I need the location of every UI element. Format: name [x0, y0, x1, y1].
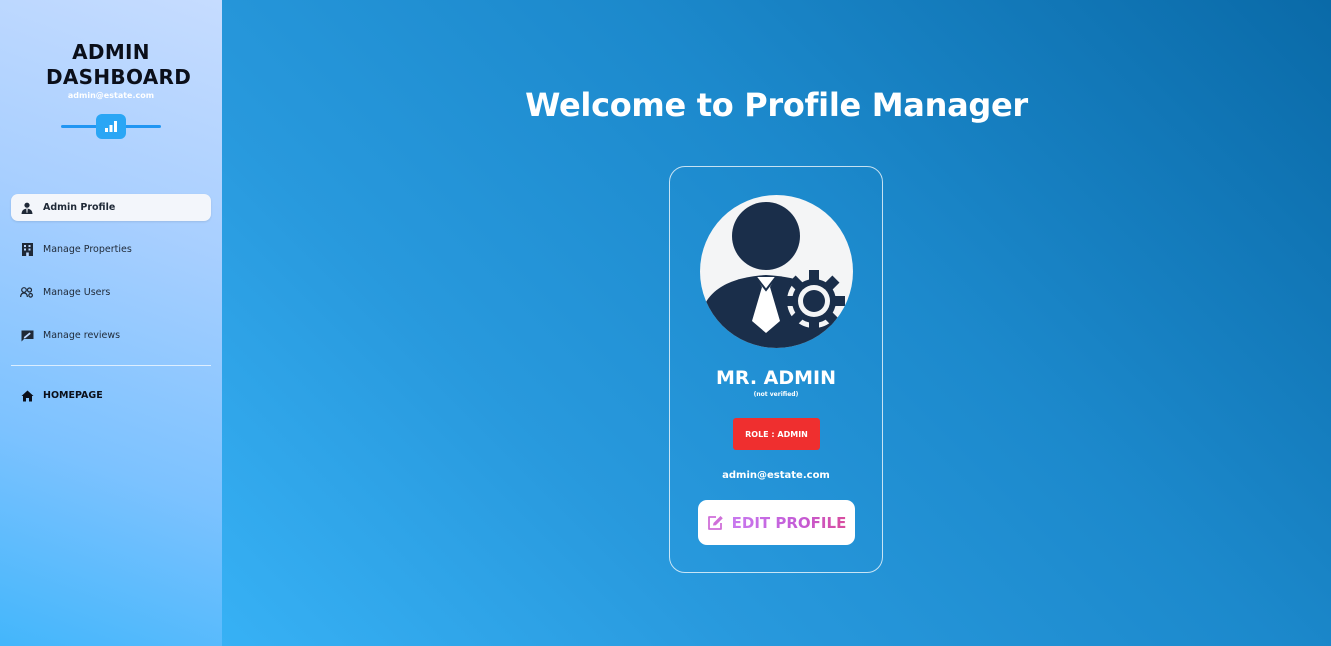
admin-avatar	[700, 195, 853, 348]
sidebar-item-manage-users[interactable]: Manage Users	[11, 279, 211, 306]
profile-card: MR. ADMIN (not verified) ROLE : ADMIN ad…	[669, 166, 883, 573]
role-badge: ROLE : ADMIN	[733, 418, 820, 450]
dashboard-title: ADMIN DASHBOARD	[46, 40, 192, 89]
sidebar-item-label: Manage Properties	[43, 244, 132, 255]
sidebar-item-label: Manage Users	[43, 287, 111, 298]
sidebar-item-label: Manage reviews	[43, 330, 121, 341]
chart-icon	[96, 114, 126, 139]
review-icon	[20, 329, 34, 343]
sidebar: ADMIN DASHBOARD admin@estate.com Admin P…	[0, 0, 222, 646]
sidebar-item-manage-reviews[interactable]: Manage reviews	[11, 322, 211, 349]
sidebar-divider	[11, 365, 211, 366]
profile-name: MR. ADMIN	[715, 367, 837, 389]
page-title: Welcome to Profile Manager	[525, 86, 1028, 124]
home-icon	[20, 389, 34, 403]
sidebar-item-label: HOMEPAGE	[43, 390, 103, 401]
profile-email: admin@estate.com	[722, 470, 830, 481]
verification-status: (not verified)	[753, 391, 799, 398]
edit-profile-label: EDIT PROFILE	[731, 513, 847, 532]
users-gear-icon	[20, 286, 34, 300]
main-content: Welcome to Profile Manager MR. ADMIN (no…	[222, 0, 1331, 646]
sidebar-item-manage-properties[interactable]: Manage Properties	[11, 236, 211, 263]
user-tie-icon	[20, 201, 34, 215]
sidebar-item-label: Admin Profile	[43, 202, 116, 213]
edit-icon	[707, 515, 724, 531]
admin-email-header: admin@estate.com	[67, 91, 155, 100]
building-icon	[20, 243, 34, 257]
edit-profile-button[interactable]: EDIT PROFILE	[698, 500, 855, 545]
sidebar-item-homepage[interactable]: HOMEPAGE	[11, 382, 211, 409]
sidebar-item-admin-profile[interactable]: Admin Profile	[11, 194, 211, 221]
